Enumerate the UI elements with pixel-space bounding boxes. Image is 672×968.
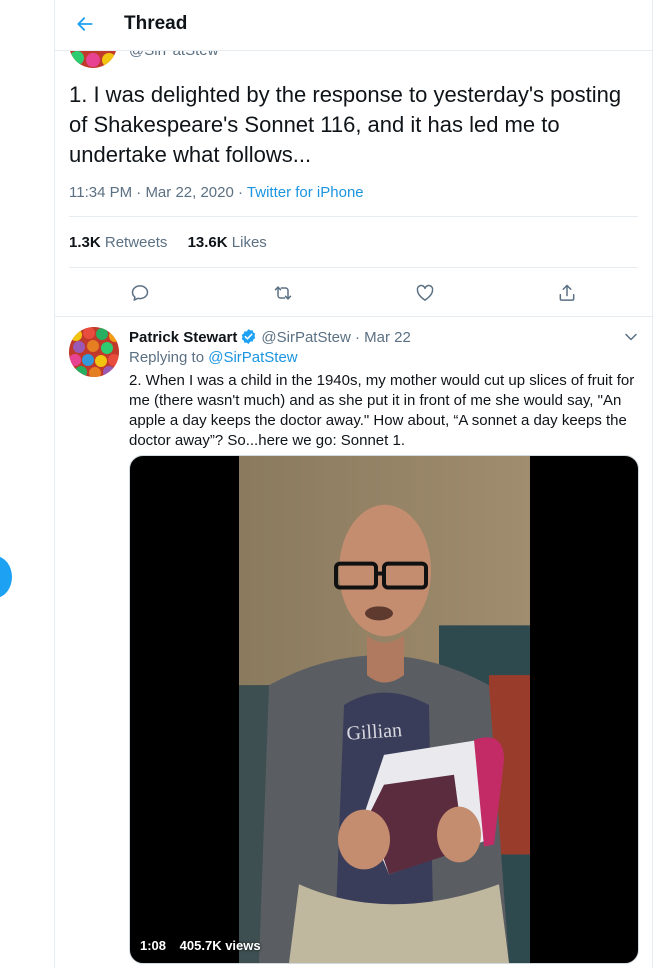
reply-text: 2. When I was a child in the 1940s, my m…: [129, 372, 635, 449]
reply-date[interactable]: Mar 22: [364, 329, 411, 346]
replying-to-mention[interactable]: @SirPatStew: [208, 349, 297, 366]
likes-stat[interactable]: 13.6K Likes: [188, 234, 267, 251]
chevron-down-icon: [625, 333, 637, 341]
retweet-icon[interactable]: [268, 278, 298, 308]
reply-tweet[interactable]: Patrick Stewart @SirPatStew · Mar 22 Repl…: [55, 317, 652, 968]
replying-to: Replying to @SirPatStew: [129, 349, 298, 366]
retweets-count: 1.3K: [69, 234, 101, 251]
reply-icon[interactable]: [125, 278, 155, 308]
meta-separator: ·: [354, 329, 360, 346]
video-info: 1:08 405.7K views: [140, 938, 261, 953]
video-views: 405.7K views: [179, 938, 261, 953]
video-duration: 1:08: [140, 938, 167, 953]
divider: [69, 267, 638, 268]
back-button[interactable]: [69, 9, 101, 39]
svg-text:Gillian: Gillian: [346, 719, 403, 745]
tweet-actions: [69, 278, 638, 308]
replying-prefix: Replying to: [129, 349, 205, 366]
like-icon[interactable]: [410, 278, 440, 308]
thread-header: Thread: [55, 0, 652, 51]
page-title: Thread: [124, 13, 188, 34]
retweets-label: Retweets: [104, 234, 168, 251]
meta-separator: ·: [238, 184, 243, 201]
compose-tweet-button[interactable]: [0, 556, 12, 598]
meta-separator: ·: [136, 184, 142, 201]
avatar[interactable]: [69, 327, 119, 377]
tweet-stats: 1.3K Retweets 13.6K Likes: [69, 234, 267, 251]
share-icon[interactable]: [552, 278, 582, 308]
video-frame: Gillian: [239, 456, 530, 963]
tweet-text: 1. I was delighted by the response to ye…: [69, 82, 622, 167]
tweet-date[interactable]: Mar 22, 2020: [145, 184, 233, 201]
likes-label: Likes: [231, 234, 267, 251]
divider: [69, 216, 638, 217]
column-right-border: [652, 0, 653, 968]
arrow-left-icon: [77, 17, 93, 31]
tweet-time[interactable]: 11:34 PM: [69, 184, 132, 201]
retweets-stat[interactable]: 1.3K Retweets: [69, 234, 167, 251]
author-handle[interactable]: @SirPatStew: [261, 329, 350, 346]
tweet-source-link[interactable]: Twitter for iPhone: [247, 184, 364, 201]
verified-badge-icon: [240, 328, 257, 349]
author-name[interactable]: Patrick Stewart: [129, 329, 237, 346]
reply-header: Patrick Stewart @SirPatStew · Mar 22: [129, 328, 411, 349]
more-options-button[interactable]: [621, 327, 641, 347]
video-player[interactable]: Gillian 1:08 405.7K views: [129, 455, 639, 964]
likes-count: 13.6K: [187, 234, 228, 251]
tweet-meta: 11:34 PM · Mar 22, 2020 · Twitter for iP…: [69, 184, 364, 201]
